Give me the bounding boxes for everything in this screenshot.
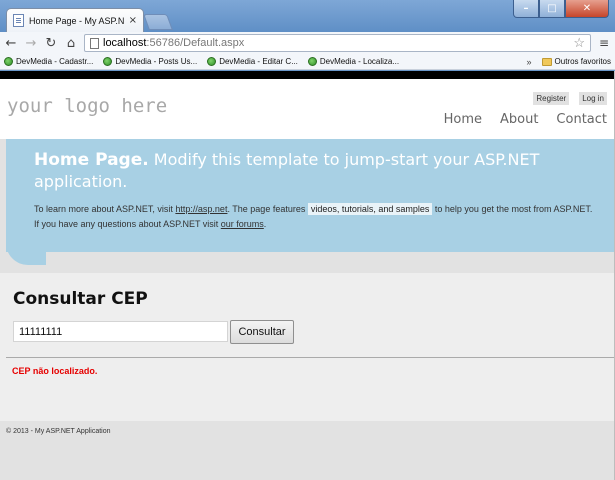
hero-title: Home Page. Modify this template to jump-…: [34, 149, 594, 193]
devmedia-icon: [307, 57, 317, 66]
close-window-button[interactable]: ✕: [565, 0, 609, 18]
error-message: CEP não localizado.: [12, 366, 98, 376]
address-bar[interactable]: localhost:56786/Default.aspx ☆: [84, 34, 591, 52]
more-bookmarks-chevron-icon[interactable]: »: [527, 57, 532, 67]
divider: [6, 357, 615, 358]
login-link[interactable]: Log in: [579, 92, 607, 105]
footer-copyright: © 2013 - My ASP.NET Application: [6, 428, 111, 435]
main-menu: Home About Contact: [444, 112, 607, 127]
bookmark-star-icon[interactable]: ☆: [573, 35, 585, 51]
top-black-bar: [0, 71, 615, 79]
register-link[interactable]: Register: [533, 92, 570, 105]
forums-link[interactable]: our forums: [221, 219, 264, 229]
login-area: Register Log in: [533, 92, 607, 105]
site-header: your logo here Register Log in Home Abou…: [0, 79, 615, 139]
bookmark-item[interactable]: DevMedia - Localiza...: [307, 57, 399, 66]
browser-tab[interactable]: Home Page - My ASP.NET ×: [6, 8, 144, 32]
menu-contact-link[interactable]: Contact: [556, 112, 607, 127]
hero-title-strong: Home Page.: [34, 150, 149, 170]
maximize-button[interactable]: □: [539, 0, 565, 18]
close-tab-icon[interactable]: ×: [129, 15, 137, 26]
forward-arrow-icon[interactable]: →: [24, 36, 38, 51]
asp-net-link[interactable]: http://asp.net: [175, 204, 227, 214]
menu-about-link[interactable]: About: [500, 112, 538, 127]
featured-section: Home Page. Modify this template to jump-…: [0, 139, 615, 273]
bookmark-item[interactable]: DevMedia - Posts Us...: [103, 57, 197, 66]
main-content: Consultar CEP Consultar CEP não localiza…: [0, 273, 615, 421]
back-arrow-icon[interactable]: ←: [4, 36, 18, 51]
site-logo[interactable]: your logo here: [7, 95, 167, 117]
web-page: your logo here Register Log in Home Abou…: [0, 71, 615, 480]
consultar-button[interactable]: Consultar: [230, 320, 294, 344]
home-icon[interactable]: ⌂: [64, 36, 78, 51]
window-controls: – □ ✕: [513, 0, 609, 18]
intro-paragraph: To learn more about ASP.NET, visit http:…: [34, 203, 593, 229]
site-footer: © 2013 - My ASP.NET Application: [0, 421, 615, 480]
menu-home-link[interactable]: Home: [444, 112, 482, 127]
page-icon: [90, 37, 99, 49]
other-bookmarks[interactable]: Outros favoritos: [541, 57, 611, 66]
devmedia-icon: [4, 57, 13, 66]
bookmark-item[interactable]: DevMedia - Editar C...: [207, 57, 298, 66]
bookmarks-bar: DevMedia - Cadastr... DevMedia - Posts U…: [0, 54, 615, 70]
page-title: Consultar CEP: [13, 289, 148, 309]
tab-title: Home Page - My ASP.NET: [29, 15, 124, 26]
minimize-button[interactable]: –: [513, 0, 539, 18]
hamburger-menu-icon[interactable]: ≡: [597, 36, 611, 50]
browser-titlebar: Home Page - My ASP.NET × – □ ✕: [0, 0, 615, 32]
bookmark-item[interactable]: DevMedia - Cadastr...: [4, 57, 93, 66]
url-host: localhost: [103, 37, 147, 49]
cep-input[interactable]: [13, 321, 228, 342]
url-path: :56786/Default.aspx: [146, 37, 245, 49]
browser-toolbar: ← → ↻ ⌂ localhost:56786/Default.aspx ☆ ≡: [0, 32, 615, 54]
page-icon: [13, 14, 24, 27]
highlighted-text: videos, tutorials, and samples: [307, 203, 433, 215]
devmedia-icon: [103, 57, 113, 66]
new-tab-button[interactable]: [143, 14, 173, 30]
folder-icon: [541, 57, 552, 66]
reload-icon[interactable]: ↻: [44, 36, 58, 51]
devmedia-icon: [207, 57, 217, 66]
